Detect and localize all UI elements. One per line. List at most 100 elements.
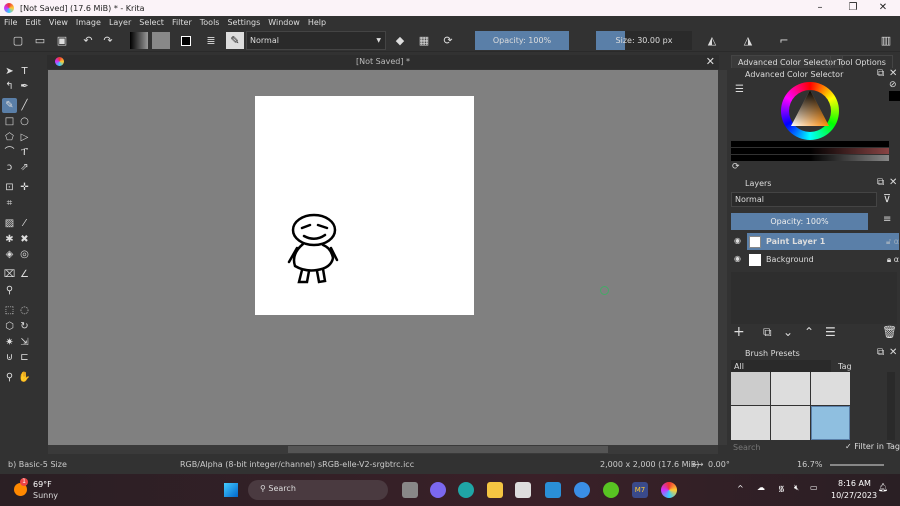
multibrush-tool-icon[interactable]: ⇗ — [17, 160, 32, 175]
visibility-eye-icon[interactable]: ◉ — [734, 254, 741, 263]
menu-filter[interactable]: Filter — [172, 18, 192, 27]
reset-color-icon[interactable]: ⊘ — [889, 80, 897, 90]
pan-tool-icon[interactable]: ✋ — [17, 370, 32, 385]
reference-tool-icon[interactable]: ⚲ — [2, 283, 17, 298]
float-layers-icon[interactable]: ⧉ — [877, 177, 884, 188]
tab-advanced-color-selector[interactable]: Advanced Color Selector — [731, 55, 844, 68]
layer-properties-icon[interactable]: ☰ — [825, 325, 836, 339]
bezier-select-tool-icon[interactable]: ⊍ — [2, 350, 17, 365]
brush-preset-tile-selected[interactable] — [811, 405, 850, 440]
menu-settings[interactable]: Settings — [227, 18, 260, 27]
m7-icon[interactable]: M7 — [632, 482, 648, 498]
colorize-mask-tool-icon[interactable]: ✱ — [2, 232, 17, 247]
lock-icon[interactable]: 🔓︎ α — [886, 237, 899, 247]
restore-button[interactable]: ❐ — [838, 0, 868, 16]
freehand-path-tool-icon[interactable]: ፐ — [17, 145, 32, 160]
close-panel-icon[interactable]: ✕ — [889, 68, 897, 79]
clock-time[interactable]: 8:16 AM — [838, 479, 871, 488]
move-down-icon[interactable]: ⌄ — [783, 325, 793, 339]
menu-image[interactable]: Image — [76, 18, 101, 27]
menu-file[interactable]: File — [4, 18, 17, 27]
task-view-icon[interactable] — [402, 482, 418, 498]
polygon-select-tool-icon[interactable]: ⬡ — [2, 319, 17, 334]
foreground-color-swatch[interactable] — [889, 91, 900, 101]
menu-tools[interactable]: Tools — [200, 18, 220, 27]
menu-window[interactable]: Window — [268, 18, 300, 27]
weather-temp[interactable]: 69°F — [33, 480, 52, 489]
wrap-around-icon[interactable]: ⌐ — [776, 32, 792, 49]
select-shapes-tool-icon[interactable]: ➤ — [2, 64, 17, 79]
duolingo-icon[interactable] — [603, 482, 619, 498]
smart-patch-tool-icon[interactable]: ✖ — [17, 232, 32, 247]
file-explorer-icon[interactable] — [487, 482, 503, 498]
brush-search-input[interactable]: Search — [731, 442, 839, 454]
battery-icon[interactable]: ▭ — [810, 483, 818, 492]
minimize-button[interactable]: – — [805, 0, 835, 16]
fill-tool-icon[interactable]: ◈ — [2, 247, 17, 262]
start-button[interactable] — [224, 483, 238, 497]
brush-preset-tile[interactable] — [771, 405, 810, 440]
add-layer-icon[interactable]: + — [733, 324, 745, 340]
float-brush-icon[interactable]: ⧉ — [877, 347, 884, 358]
vertical-scrollbar[interactable] — [718, 70, 727, 445]
brush-preset-icon[interactable]: ✎ — [226, 32, 244, 49]
assistant-tool-icon[interactable]: ⌧ — [2, 267, 17, 282]
refresh-icon[interactable]: ⟳ — [732, 162, 740, 172]
similar-select-tool-icon[interactable]: ⇲ — [17, 335, 32, 350]
rotation-icon[interactable]: ⟷ — [692, 460, 703, 469]
bezier-tool-icon[interactable]: ⌒ — [2, 145, 17, 160]
alpha-lock-icon[interactable]: ▦ — [416, 32, 432, 49]
hue-ring[interactable] — [781, 82, 839, 140]
dynamic-brush-tool-icon[interactable]: ↄ — [2, 160, 17, 175]
redo-icon[interactable]: ↷ — [100, 32, 116, 49]
menu-help[interactable]: Help — [308, 18, 326, 27]
notification-bell-icon[interactable]: 🔔︎ — [878, 483, 888, 492]
close-brush-icon[interactable]: ✕ — [889, 347, 897, 358]
contiguous-select-tool-icon[interactable]: ✷ — [2, 335, 17, 350]
layer-row-paint-layer-1[interactable]: Paint Layer 1 🔓︎ α — [747, 233, 899, 250]
brush-preset-tile[interactable] — [731, 405, 770, 440]
ellipse-select-tool-icon[interactable]: ◌ — [17, 303, 32, 318]
krita-taskbar-icon[interactable] — [661, 482, 677, 498]
save-icon[interactable]: ▣ — [54, 32, 70, 49]
mirror-vertical-icon[interactable]: ◮ — [740, 32, 756, 49]
menu-edit[interactable]: Edit — [25, 18, 41, 27]
layer-row-background[interactable]: Background 🔒︎ α — [747, 251, 899, 268]
zoom-tool-icon[interactable]: ⚲ — [2, 370, 17, 385]
open-folder-icon[interactable]: ▭ — [32, 32, 48, 49]
polyline-tool-icon[interactable]: ▷ — [17, 130, 32, 145]
delete-layer-icon[interactable]: 🗑︎ — [882, 325, 897, 339]
visibility-eye-icon[interactable]: ◉ — [734, 236, 741, 245]
pattern-selector[interactable] — [152, 32, 170, 49]
tray-chevron-icon[interactable]: ^ — [737, 484, 744, 493]
magnetic-select-tool-icon[interactable]: ⊏ — [17, 350, 32, 365]
chat-icon[interactable] — [430, 482, 446, 498]
close-document-icon[interactable]: ✕ — [706, 55, 715, 69]
brush-settings-icon[interactable]: ≣ — [203, 32, 219, 49]
brush-scrollbar[interactable] — [887, 372, 895, 440]
text-tool-icon[interactable]: T — [17, 64, 32, 79]
reload-preset-icon[interactable]: ⟳ — [440, 32, 456, 49]
freehand-brush-tool-icon[interactable]: ✎ — [2, 98, 17, 113]
blend-mode-dropdown[interactable]: Normal ▼ — [246, 31, 386, 50]
undo-icon[interactable]: ↶ — [80, 32, 96, 49]
tab-tool-options[interactable]: Tool Options — [830, 55, 893, 68]
edit-shapes-tool-icon[interactable]: ↰ — [2, 79, 17, 94]
duplicate-layer-icon[interactable]: ⧉ — [763, 325, 772, 340]
workspace-icon[interactable]: ▥ — [878, 32, 894, 49]
color-settings-icon[interactable]: ☰ — [735, 84, 744, 95]
menu-layer[interactable]: Layer — [109, 18, 131, 27]
fg-bg-color-icon[interactable] — [177, 32, 195, 49]
edge-icon[interactable] — [458, 482, 474, 498]
brush-preset-tile[interactable] — [771, 372, 810, 405]
close-layers-icon[interactable]: ✕ — [889, 177, 897, 188]
mirror-horizontal-icon[interactable]: ◭ — [704, 32, 720, 49]
app-icon[interactable] — [545, 482, 561, 498]
onedrive-icon[interactable]: ☁ — [757, 483, 765, 492]
rectangle-tool-icon[interactable]: □ — [2, 114, 17, 129]
brush-preset-tile[interactable] — [731, 372, 770, 405]
freehand-select-tool-icon[interactable]: ↻ — [17, 319, 32, 334]
menu-view[interactable]: View — [49, 18, 68, 27]
move-tool-icon[interactable]: ✛ — [17, 180, 32, 195]
gradient-selector[interactable] — [130, 32, 148, 49]
